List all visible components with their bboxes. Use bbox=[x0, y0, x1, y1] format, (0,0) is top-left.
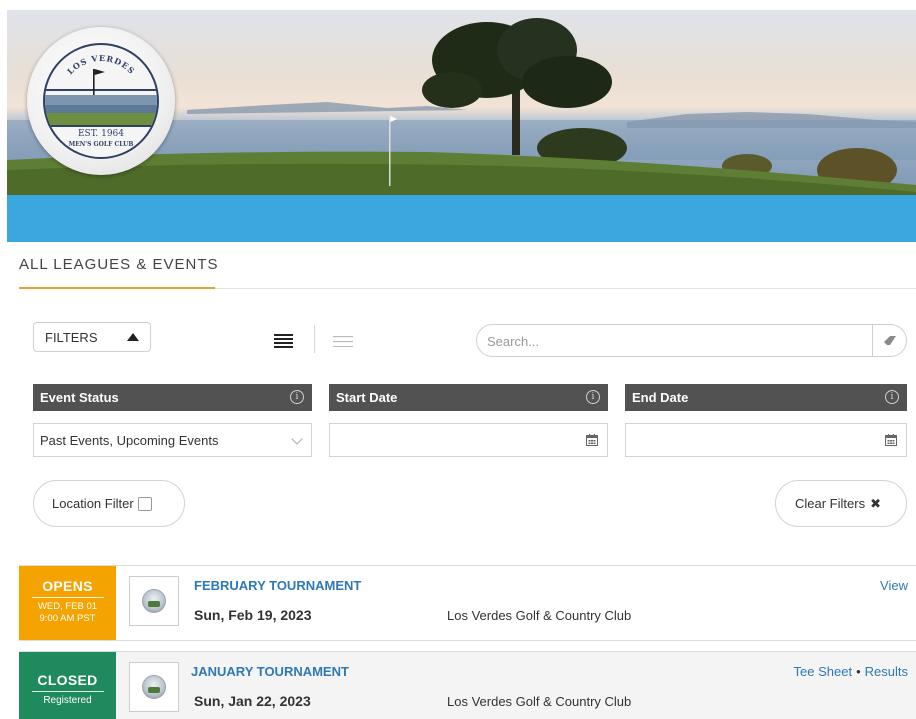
view-link[interactable]: View bbox=[880, 578, 908, 593]
info-icon[interactable]: i bbox=[586, 390, 600, 404]
end-date-label: End Date bbox=[632, 390, 689, 405]
event-status-select[interactable]: Past Events, Upcoming Events bbox=[33, 423, 312, 457]
location-filter-checkbox[interactable] bbox=[137, 496, 152, 511]
event-status-value: Past Events, Upcoming Events bbox=[40, 433, 219, 448]
event-location: Los Verdes Golf & Country Club bbox=[447, 608, 632, 623]
calendar-icon[interactable] bbox=[586, 434, 598, 446]
title-accent-underline bbox=[19, 287, 215, 289]
caret-up-icon bbox=[127, 333, 139, 341]
link-separator: • bbox=[856, 664, 861, 679]
search-box bbox=[476, 324, 907, 357]
status-registered: Registered bbox=[43, 695, 92, 706]
start-date-field[interactable] bbox=[329, 423, 608, 457]
end-date-field[interactable] bbox=[625, 423, 907, 457]
svg-text:MEN'S GOLF CLUB: MEN'S GOLF CLUB bbox=[69, 141, 134, 148]
event-links: Tee Sheet • Results bbox=[794, 664, 908, 679]
info-icon[interactable]: i bbox=[290, 390, 304, 404]
event-name-link[interactable]: FEBRUARY TOURNAMENT bbox=[194, 578, 361, 593]
svg-text:EST. 1964: EST. 1964 bbox=[78, 129, 124, 139]
event-status-label: Event Status bbox=[40, 390, 119, 405]
status-text: CLOSED bbox=[37, 672, 98, 688]
clear-filters-label: Clear Filters bbox=[795, 496, 866, 511]
status-divider bbox=[31, 597, 104, 598]
start-date-label: Start Date bbox=[336, 390, 398, 405]
status-open-date: WED, FEB 01 bbox=[37, 601, 98, 612]
end-date-header: End Date i bbox=[625, 384, 907, 411]
event-status-header: Event Status i bbox=[33, 384, 312, 411]
header-blue-band bbox=[7, 195, 916, 242]
event-row[interactable]: CLOSED Registered JANUARY TOURNAMENT Sun… bbox=[19, 651, 916, 719]
status-badge: CLOSED Registered bbox=[19, 652, 116, 719]
event-location: Los Verdes Golf & Country Club bbox=[447, 694, 632, 709]
event-thumbnail[interactable] bbox=[129, 662, 179, 712]
golf-ball-icon bbox=[142, 589, 166, 613]
page-title: ALL LEAGUES & EVENTS bbox=[19, 256, 219, 273]
filters-label: FILTERS bbox=[45, 329, 98, 345]
calendar-icon[interactable] bbox=[885, 434, 897, 446]
view-toggle-divider bbox=[314, 325, 315, 353]
tee-sheet-link[interactable]: Tee Sheet bbox=[794, 664, 853, 679]
eraser-icon bbox=[883, 335, 896, 345]
location-filter-label: Location Filter bbox=[52, 496, 134, 511]
location-filter-toggle[interactable]: Location Filter bbox=[33, 480, 185, 527]
status-open-time: 9:00 AM PST bbox=[39, 613, 96, 624]
club-logo: LOS VERDES EST. 1964 MEN'S GOLF CLUB bbox=[27, 27, 175, 175]
clear-filters-button[interactable]: Clear Filters ✖ bbox=[775, 480, 907, 527]
event-thumbnail[interactable] bbox=[129, 576, 179, 626]
close-icon: ✖ bbox=[870, 495, 881, 511]
status-divider bbox=[31, 691, 104, 692]
event-name-link[interactable]: JANUARY TOURNAMENT bbox=[191, 664, 349, 679]
event-row[interactable]: OPENS WED, FEB 01 9:00 AM PST FEBRUARY T… bbox=[19, 565, 916, 641]
compact-view-icon[interactable] bbox=[333, 336, 353, 347]
search-input[interactable] bbox=[487, 330, 867, 352]
event-date: Sun, Feb 19, 2023 bbox=[194, 607, 312, 623]
event-date: Sun, Jan 22, 2023 bbox=[194, 693, 311, 709]
search-clear-button[interactable] bbox=[872, 324, 906, 357]
results-link[interactable]: Results bbox=[865, 664, 908, 679]
info-icon[interactable]: i bbox=[885, 390, 899, 404]
status-text: OPENS bbox=[42, 578, 93, 594]
status-badge: OPENS WED, FEB 01 9:00 AM PST bbox=[19, 566, 116, 640]
golf-ball-icon bbox=[142, 675, 166, 699]
filters-toggle-button[interactable]: FILTERS bbox=[33, 322, 151, 352]
start-date-header: Start Date i bbox=[329, 384, 608, 411]
event-links: View bbox=[880, 578, 908, 593]
chevron-down-icon bbox=[291, 433, 303, 445]
list-view-icon[interactable] bbox=[274, 334, 293, 348]
